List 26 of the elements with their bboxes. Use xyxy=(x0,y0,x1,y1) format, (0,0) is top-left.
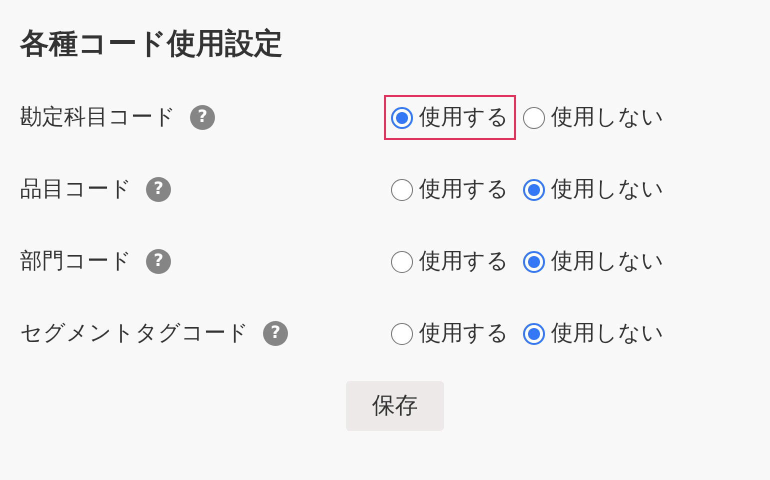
radio-option[interactable]: 使用しない xyxy=(516,239,671,284)
radio-option[interactable]: 使用しない xyxy=(516,311,671,356)
radio-button[interactable] xyxy=(523,106,545,129)
help-icon[interactable]: ? xyxy=(146,177,171,202)
radio-option[interactable]: 使用する xyxy=(384,167,516,212)
radio-button[interactable] xyxy=(523,250,545,273)
radio-button[interactable] xyxy=(391,106,413,129)
radio-button[interactable] xyxy=(391,250,413,273)
save-button[interactable]: 保存 xyxy=(346,380,444,432)
radio-button[interactable] xyxy=(391,178,413,201)
radio-option[interactable]: 使用しない xyxy=(516,95,671,140)
setting-label: 品目コード xyxy=(20,176,132,204)
setting-label: 部門コード xyxy=(20,248,132,276)
setting-label: セグメントタグコード xyxy=(20,320,249,348)
radio-button[interactable] xyxy=(523,178,545,201)
radio-button[interactable] xyxy=(523,322,545,345)
radio-button[interactable] xyxy=(391,322,413,345)
help-icon[interactable]: ? xyxy=(263,321,288,346)
radio-option[interactable]: 使用する xyxy=(384,239,516,284)
radio-option[interactable]: 使用しない xyxy=(516,167,671,212)
help-icon[interactable]: ? xyxy=(146,249,171,274)
radio-option[interactable]: 使用する xyxy=(384,311,516,356)
setting-label: 勘定科目コード xyxy=(20,104,176,132)
radio-option[interactable]: 使用する xyxy=(384,95,516,140)
help-icon[interactable]: ? xyxy=(190,105,215,130)
page-title: 各種コード使用設定 xyxy=(20,26,284,61)
